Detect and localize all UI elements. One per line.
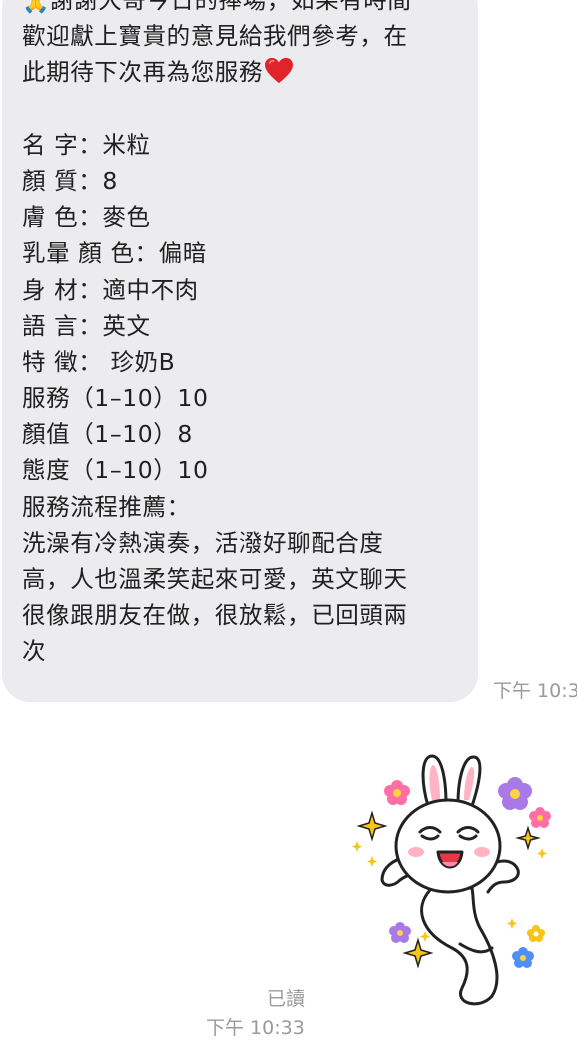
message-line: 服務流程推薦： (22, 492, 191, 521)
message-line: 特 徵： 珍奶B (22, 347, 176, 376)
message-line: 語 言：英文 (22, 311, 151, 340)
message-line: 次 (22, 637, 47, 666)
message-line: 歡迎獻上寶貴的意見給我們參考，在 (22, 22, 408, 51)
message-line: 態度（1–10）10 (22, 456, 209, 485)
message-line: 此期待下次再為您服務 (22, 54, 412, 90)
read-status: 已讀 (267, 988, 306, 1010)
message-line (22, 91, 412, 127)
chat-screen: 🙏謝謝大哥今日的捧場，如果有時間 歡迎獻上寶貴的意見給我們參考，在 此期待下次再… (0, 0, 577, 1040)
message-line: 乳暈 顏 色：偏暗 (22, 239, 207, 268)
cheek-icon (474, 847, 490, 857)
red-heart-icon (265, 58, 293, 84)
message-line: 顏 質：8 (22, 166, 118, 195)
message-bubble[interactable]: 🙏謝謝大哥今日的捧場，如果有時間 歡迎獻上寶貴的意見給我們參考，在 此期待下次再… (2, 0, 478, 702)
message-line: 洗澡有冷熱演奏，活潑好聊配合度 (22, 528, 384, 557)
message-line: 名 字：米粒 (22, 130, 151, 159)
message-line: 膚 色：麥色 (22, 203, 151, 232)
cheek-icon (408, 847, 424, 857)
bunny-sticker-icon[interactable] (342, 748, 557, 1013)
message-line: 服務（1–10）10 (22, 384, 209, 413)
message-line: 🙏謝謝大哥今日的捧場，如果有時間 (22, 0, 412, 18)
sticker-timestamp: 下午 10:33 (206, 1017, 305, 1039)
message-timestamp: 下午 10:3 (493, 680, 577, 702)
message-line: 顏值（1–10）8 (22, 420, 193, 449)
message-text: 🙏謝謝大哥今日的捧場，如果有時間 歡迎獻上寶貴的意見給我們參考，在 此期待下次再… (22, 0, 412, 670)
message-line: 高，人也溫柔笑起來可愛，英文聊天 (22, 565, 408, 593)
message-line: 身 材：適中不肉 (22, 275, 199, 304)
message-line: 很像跟朋友在做，很放鬆，已回頭兩 (22, 601, 408, 630)
